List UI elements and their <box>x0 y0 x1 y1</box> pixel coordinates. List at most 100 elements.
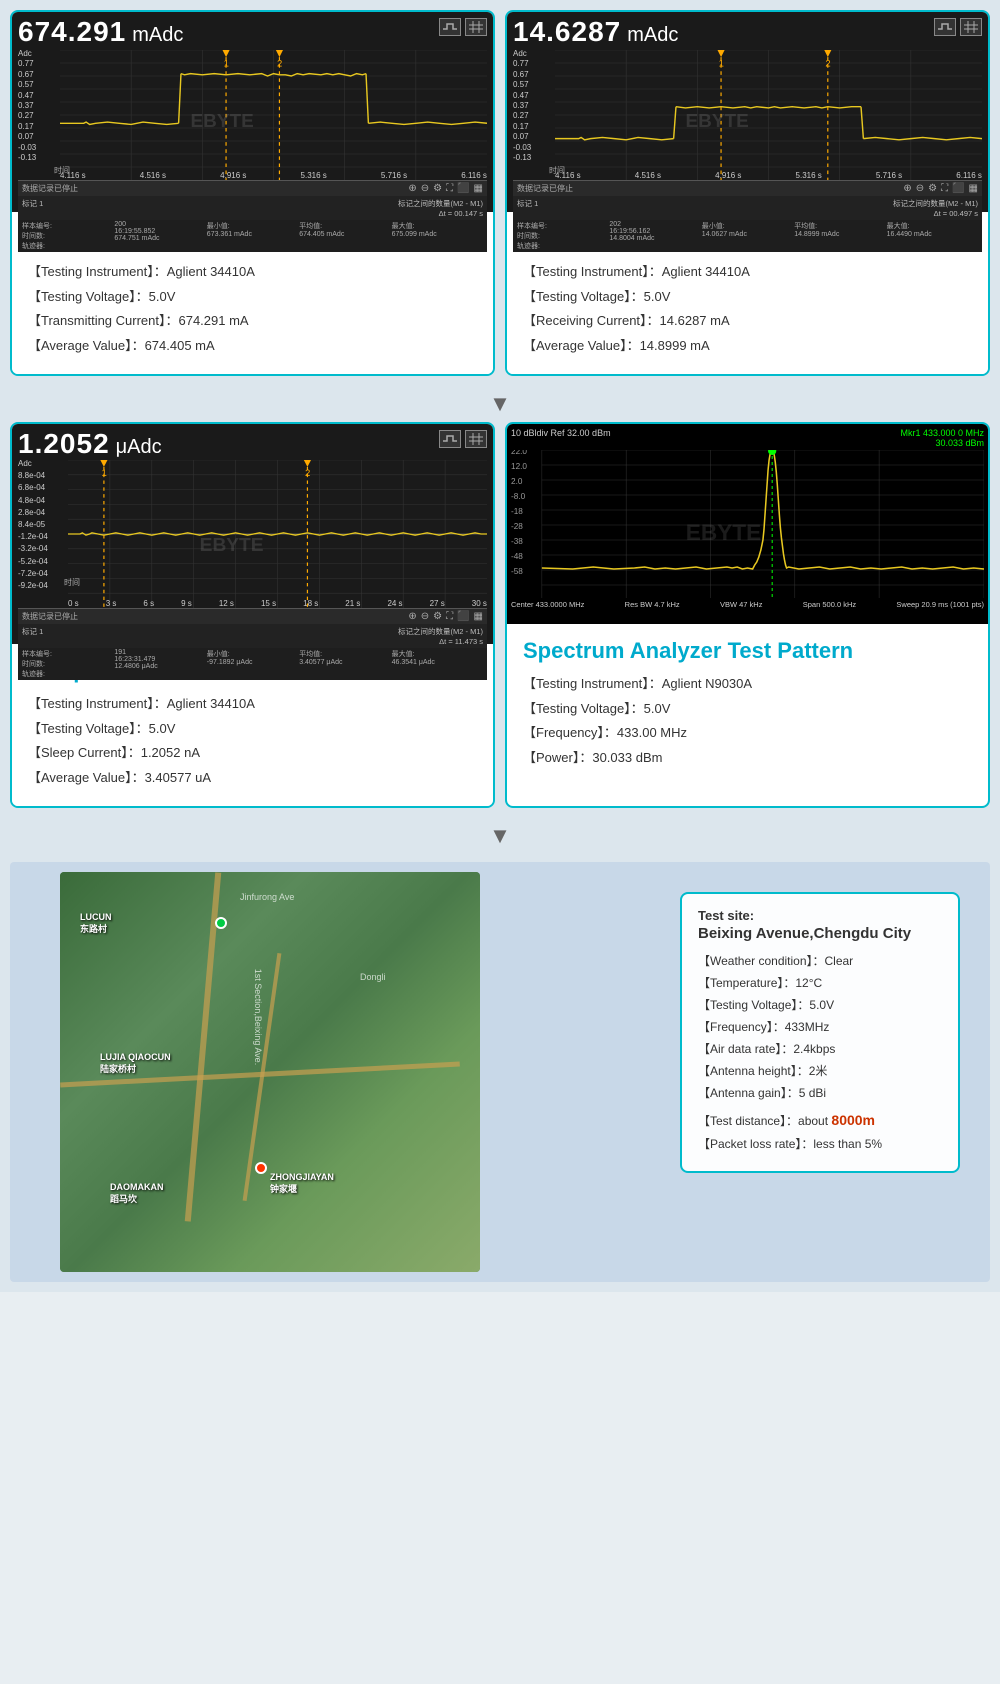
transmit-instrument-line: 【Testing Instrument】：Aglient 34410A <box>28 262 477 282</box>
export-icon2[interactable]: ⬛ <box>952 183 964 194</box>
spectrum-frequency-line: 【Frequency】：433.00 MHz <box>523 723 972 743</box>
map-site-title: Test site: <box>698 908 942 923</box>
footer-controls2: ⊕ ⊖ ⚙ ⛶ ⬛ ▦ <box>903 183 978 194</box>
x-label: 9 s <box>181 599 192 608</box>
sleep-stats-header: 标记 1 标记之间的数量(M2 - M1)Δt = 11.473 s <box>18 624 487 648</box>
zoom-in-icon3[interactable]: ⊕ <box>408 611 416 622</box>
map-marker-end <box>255 1162 267 1174</box>
transmit-chart-area: Adc 0.77 0.67 0.57 0.47 0.37 0.27 0.17 0… <box>18 50 487 180</box>
export-icon[interactable]: ⬛ <box>457 183 469 194</box>
spectrum-info-panel: Spectrum Analyzer Test Pattern 【Testing … <box>507 624 988 786</box>
top-oscilloscope-row: 674.291 mAdc Adc 0.77 0.67 0.57 0.47 0.3… <box>10 10 990 376</box>
zoom-out-icon[interactable]: ⊖ <box>421 183 429 194</box>
divider-arrow-2: ▼ <box>10 818 990 854</box>
sleep-chart-area: Adc 8.8e-04 6.8e-04 4.8e-04 2.8e-04 8.4e… <box>18 460 487 608</box>
settings-icon[interactable]: ⚙ <box>433 183 442 194</box>
sleep-current-line: 【Sleep Current】：1.2052 nA <box>28 743 477 763</box>
y-label: 0.07 <box>18 133 60 141</box>
y-label: -7.2e-04 <box>18 570 68 578</box>
sleep-x-axis-label: 时间 <box>64 577 80 588</box>
spectrum-header: 10 dBldiv Ref 32.00 dBm Mkr1 433.000 0 M… <box>511 428 984 448</box>
y-label: -1.2e-04 <box>18 533 68 541</box>
map-label-zhongjiayan: ZHONGJIAYAN钟家堰 <box>270 1172 334 1195</box>
y-label: 0.67 <box>513 71 555 79</box>
export-icon3[interactable]: ⬛ <box>457 611 469 622</box>
max-label2: 最大值:16.4490 mAdc <box>887 221 978 251</box>
y-label: 0.47 <box>18 92 60 100</box>
receive-instrument-line: 【Testing Instrument】：Aglient 34410A <box>523 262 972 282</box>
fit-icon2[interactable]: ⛶ <box>941 183 948 194</box>
map-label-daomakan: DAOMAKAN蹈马坎 <box>110 1182 164 1205</box>
grid3-icon[interactable]: ▦ <box>969 183 978 194</box>
receive-footer: 数据记录已停止 ⊕ ⊖ ⚙ ⛶ ⬛ ▦ <box>513 180 982 196</box>
y-label: Adc <box>18 50 60 58</box>
zoom-out-icon3[interactable]: ⊖ <box>421 611 429 622</box>
y-label: -5.2e-04 <box>18 558 68 566</box>
x-label: 4.516 s <box>140 171 166 180</box>
avg-label: 【Average Value】：674.405 mA <box>28 338 215 353</box>
map-pktloss-line: 【Packet loss rate】：less than 5% <box>698 1135 942 1153</box>
zoom-in-icon2[interactable]: ⊕ <box>903 183 911 194</box>
x-label: 5.316 s <box>301 171 327 180</box>
x-label: 6 s <box>143 599 154 608</box>
receive-chart-panel: 14.6287 mAdc Adc 0.77 0.67 0.57 0.47 0.3… <box>507 12 988 212</box>
y-label: Adc <box>513 50 555 58</box>
marker-label: 标记 1 <box>22 198 113 218</box>
settings-icon3[interactable]: ⚙ <box>433 611 442 622</box>
svg-text:2.0: 2.0 <box>511 477 523 486</box>
svg-text:EBYTE: EBYTE <box>200 535 264 555</box>
x-label: 4.916 s <box>220 171 246 180</box>
waveform-icon <box>439 18 461 36</box>
fit-icon3[interactable]: ⛶ <box>446 611 453 622</box>
transmit-stats-header: 标记 1 标记之间的数量(M2 - M1)Δt = 00.147 s <box>18 196 487 220</box>
map-background: LUCUN东路村 LUJIA QIAOCUN陆家桥村 DAOMAKAN蹈马坎 Z… <box>60 872 480 1272</box>
avg-label3: 平均值:3.40577 μAdc <box>299 649 390 679</box>
x-label: 5.716 s <box>381 171 407 180</box>
zoom-out-icon2[interactable]: ⊖ <box>916 183 924 194</box>
footer-label: 数据记录已停止 <box>22 183 78 194</box>
sample-vals: 20016:19:55.852674.751 mAdc <box>114 221 205 251</box>
x-label: 30 s <box>472 599 487 608</box>
x-label: 4.516 s <box>635 171 661 180</box>
x-label: 5.316 s <box>796 171 822 180</box>
receive-x-labels: 4.116 s 4.516 s 4.916 s 5.316 s 5.716 s … <box>555 171 982 180</box>
sleep-footer: 数据记录已停止 ⊕ ⊖ ⚙ ⛶ ⬛ ▦ <box>18 608 487 624</box>
transmit-current-line: 【Transmitting Current】：674.291 mA <box>28 311 477 331</box>
sleep-instrument-line: 【Testing Instrument】：Aglient 34410A <box>28 694 477 714</box>
zoom-in-icon[interactable]: ⊕ <box>408 183 416 194</box>
min-label2: 最小值:14.0627 mAdc <box>702 221 793 251</box>
receive-stats-header: 标记 1 标记之间的数量(M2 - M1)Δt = 00.497 s <box>513 196 982 220</box>
transmit-stats-row: 样本编号:时间数:轨迹器: 20016:19:55.852674.751 mAd… <box>18 220 487 252</box>
settings-icon2[interactable]: ⚙ <box>928 183 937 194</box>
y-label: 0.57 <box>513 81 555 89</box>
grid-icon <box>465 18 487 36</box>
grid-icon2 <box>960 18 982 36</box>
map-distance-value: 8000m <box>831 1112 875 1128</box>
y-label: 0.67 <box>18 71 60 79</box>
transmit-cell: 674.291 mAdc Adc 0.77 0.67 0.57 0.47 0.3… <box>10 10 495 376</box>
grid4-icon[interactable]: ▦ <box>474 611 483 622</box>
sleep-stats-row: 样本编号:时间数:轨迹器: 19116:23:31.47912.4806 μAd… <box>18 648 487 680</box>
receive-chart-icons <box>934 18 982 36</box>
grid2-icon[interactable]: ▦ <box>474 183 483 194</box>
min-label: 最小值:673.361 mAdc <box>207 221 298 251</box>
receive-x-axis-label: 时间 <box>549 165 565 176</box>
y-label: 4.8e-04 <box>18 497 68 505</box>
marker-freq: Mkr1 433.000 0 MHz <box>900 428 984 438</box>
sleep-value: 1.2052 <box>18 428 110 460</box>
x-label: 3 s <box>106 599 117 608</box>
divider-arrow-1: ▼ <box>10 386 990 422</box>
map-antheight-line: 【Antenna height】：2米 <box>698 1062 942 1080</box>
spectrum-center: Center 433.0000 MHz <box>511 600 584 609</box>
middle-row: 1.2052 μAdc Adc 8.8e-04 6.8e-04 4.8e-04 … <box>10 422 990 808</box>
page-wrapper: 674.291 mAdc Adc 0.77 0.67 0.57 0.47 0.3… <box>0 0 1000 1292</box>
map-voltage-line: 【Testing Voltage】：5.0V <box>698 996 942 1014</box>
spectrum-chart-panel: 10 dBldiv Ref 32.00 dBm Mkr1 433.000 0 M… <box>507 424 988 624</box>
fit-icon[interactable]: ⛶ <box>446 183 453 194</box>
spectrum-span: Span 500.0 kHz <box>803 600 856 609</box>
y-label: -0.03 <box>18 144 60 152</box>
map-road-dongji: Dongli <box>360 972 386 982</box>
max-label: 最大值:675.099 mAdc <box>392 221 483 251</box>
y-label: 0.57 <box>18 81 60 89</box>
svg-text:EBYTE: EBYTE <box>685 111 748 132</box>
